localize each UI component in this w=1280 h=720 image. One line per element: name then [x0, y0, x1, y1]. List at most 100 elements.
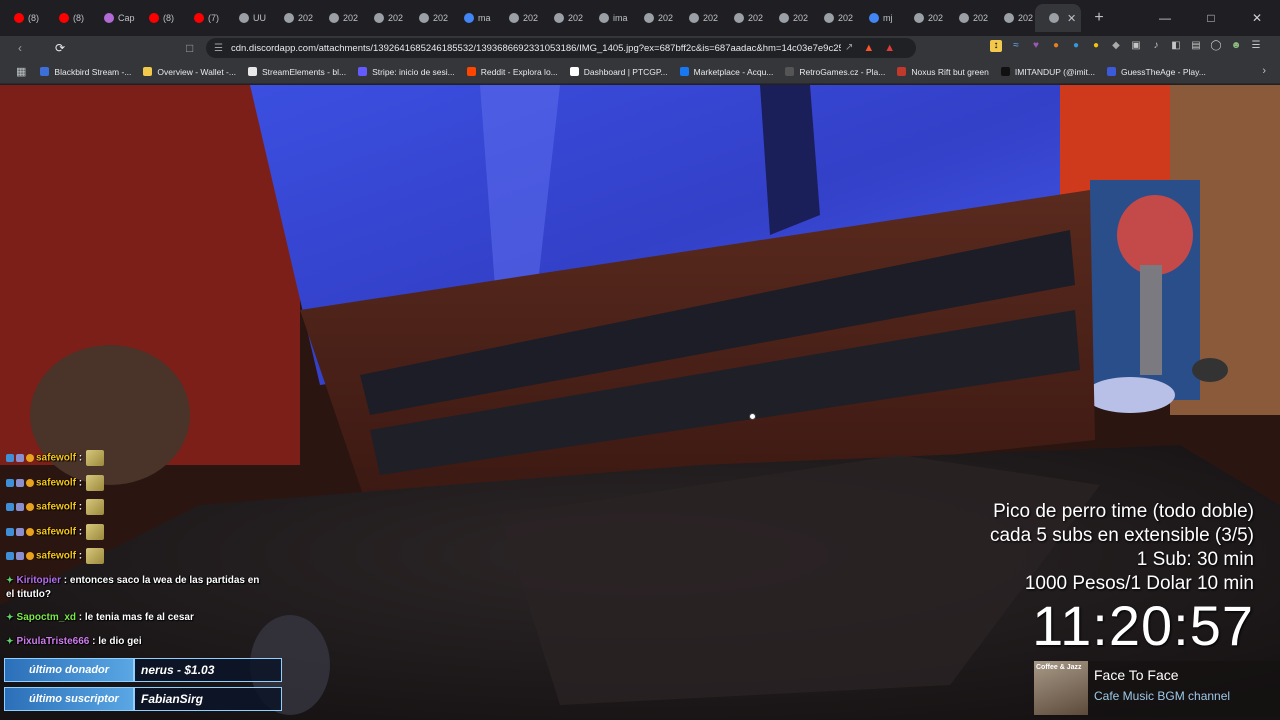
- tab-favicon-icon: [824, 13, 834, 23]
- tab-favicon-icon: [599, 13, 609, 23]
- extension-icon[interactable]: ↕: [990, 40, 1002, 52]
- puzzle-icon[interactable]: ▣: [1130, 40, 1142, 52]
- chat-message: safewolf :: [6, 450, 268, 466]
- tab-label: 202: [298, 13, 314, 23]
- browser-tab[interactable]: 202: [360, 4, 405, 32]
- badge-icon: [26, 478, 34, 487]
- avatar[interactable]: ☻: [1230, 40, 1242, 52]
- browser-tab[interactable]: 202: [900, 4, 945, 32]
- browser-tab[interactable]: 202: [945, 4, 990, 32]
- browser-tab[interactable]: mj: [855, 4, 900, 32]
- address-bar[interactable]: ☰ cdn.discordapp.com/attachments/1392641…: [206, 38, 916, 58]
- extension-icon[interactable]: ●: [1070, 40, 1082, 52]
- new-tab-icon[interactable]: +: [1087, 9, 1111, 27]
- browser-tab[interactable]: (8): [0, 4, 45, 32]
- wallet-icon[interactable]: ▤: [1190, 40, 1202, 52]
- browser-tab[interactable]: 202: [720, 4, 765, 32]
- bookmark-icon[interactable]: □: [186, 41, 193, 55]
- bookmark-item[interactable]: Blackbird Stream -...: [40, 67, 131, 77]
- chat-text: :: [78, 550, 83, 562]
- info-line: Pico de perro time (todo doble): [993, 501, 1254, 522]
- browser-tab[interactable]: (8): [45, 4, 90, 32]
- active-tab[interactable]: ✕: [1035, 4, 1081, 32]
- menu-icon[interactable]: ☰: [1250, 40, 1262, 52]
- image-viewport: safewolf : safewolf : safewolf : safewolf :…: [0, 85, 1280, 720]
- browser-tab[interactable]: ma: [450, 4, 495, 32]
- browser-tab[interactable]: (7): [180, 4, 225, 32]
- bookmark-label: RetroGames.cz - Pla...: [799, 66, 886, 77]
- browser-tab[interactable]: 202: [990, 4, 1035, 32]
- browser-tab[interactable]: 202: [405, 4, 450, 32]
- tab-label: 202: [343, 13, 359, 23]
- bookmark-label: IMITANDUP (@imit...: [1014, 66, 1095, 77]
- browser-tab[interactable]: UU: [225, 4, 270, 32]
- badge-icon: [16, 552, 24, 560]
- extension-icon[interactable]: ●: [1090, 40, 1102, 52]
- bookmark-label: Overview - Wallet -...: [157, 66, 236, 77]
- url-text[interactable]: cdn.discordapp.com/attachments/139264168…: [231, 43, 841, 54]
- brave-shield-icon[interactable]: ▲: [863, 42, 874, 54]
- chat-message: safewolf :: [6, 548, 268, 564]
- bookmark-favicon-icon: [40, 67, 50, 76]
- back-icon[interactable]: ‹: [10, 41, 30, 55]
- close-tab-icon[interactable]: ✕: [1067, 12, 1076, 25]
- last-sub-value: FabianSirg: [134, 687, 282, 711]
- browser-tab[interactable]: 202: [765, 4, 810, 32]
- bookmark-item[interactable]: Dashboard | PTCGP...: [569, 66, 668, 77]
- browser-tab[interactable]: 202: [270, 4, 315, 32]
- share-icon[interactable]: ↗: [845, 42, 853, 54]
- bookmark-item[interactable]: Marketplace - Acqu...: [679, 67, 773, 77]
- sidebar-icon[interactable]: ◧: [1170, 40, 1182, 52]
- emote-icon: [86, 548, 105, 564]
- song-artist: Cafe Music BGM channel: [1094, 689, 1231, 703]
- brave-rewards-icon[interactable]: ▲: [884, 42, 895, 54]
- browser-tab[interactable]: Cap: [90, 4, 135, 32]
- close-window-icon[interactable]: ✕: [1234, 11, 1280, 25]
- site-info-icon[interactable]: ☰: [214, 43, 223, 54]
- bookmark-item[interactable]: Stripe: inicio de sesi...: [358, 67, 455, 77]
- bookmark-item[interactable]: Reddit - Explora lo...: [466, 67, 558, 77]
- chat-text: : le dio gei: [92, 635, 142, 647]
- chat-username: safewolf: [36, 526, 77, 538]
- browser-tab[interactable]: 202: [810, 4, 855, 32]
- song-title: Face To Face: [1094, 667, 1179, 683]
- apps-grid-icon[interactable]: ▦: [16, 65, 26, 78]
- bookmark-favicon-icon: [143, 67, 153, 76]
- media-icon[interactable]: ♪: [1150, 40, 1162, 52]
- extension-icon[interactable]: ♥: [1030, 40, 1042, 52]
- bookmark-item[interactable]: RetroGames.cz - Pla...: [785, 67, 885, 77]
- bookmark-favicon-icon: [247, 67, 257, 76]
- bookmark-item[interactable]: StreamElements - bl...: [247, 67, 346, 77]
- reload-icon[interactable]: ⟳: [50, 41, 70, 55]
- browser-tab[interactable]: (8): [135, 4, 180, 32]
- extension-icon[interactable]: ●: [1050, 40, 1062, 52]
- bookmark-favicon-icon: [1106, 67, 1116, 76]
- bookmark-item[interactable]: GuessTheAge - Play...: [1106, 67, 1206, 77]
- browser-tab[interactable]: 202: [675, 4, 720, 32]
- maximize-icon[interactable]: □: [1188, 11, 1234, 25]
- extension-icon[interactable]: ◆: [1110, 40, 1122, 52]
- bookmark-item[interactable]: Noxus Rift but green: [897, 67, 989, 77]
- bookmark-item[interactable]: IMITANDUP (@imit...: [1000, 66, 1095, 77]
- extension-icon[interactable]: ≈: [1010, 40, 1022, 52]
- browser-tab[interactable]: 202: [630, 4, 675, 32]
- browser-tab[interactable]: 202: [315, 4, 360, 32]
- emote-icon: [86, 523, 105, 540]
- album-cover: Coffee & Jazz: [1034, 661, 1088, 715]
- minimize-icon[interactable]: —: [1142, 11, 1188, 25]
- browser-tab[interactable]: 202: [540, 4, 585, 32]
- bookmark-label: Blackbird Stream -...: [54, 66, 132, 77]
- tab-favicon-icon: [194, 13, 204, 23]
- emote-icon: [86, 499, 105, 515]
- bookmark-label: Dashboard | PTCGP...: [583, 66, 668, 77]
- vpn-icon[interactable]: ◯: [1210, 40, 1222, 52]
- badge-icon: [26, 454, 34, 462]
- bookmark-item[interactable]: Overview - Wallet -...: [143, 67, 236, 77]
- chat-message: ✦ PixulaTriste666 : le dio gei: [6, 634, 268, 649]
- chat-username: safewolf: [36, 477, 77, 489]
- browser-tab[interactable]: ima: [585, 4, 630, 32]
- tab-label: Cap: [118, 13, 135, 23]
- chat-text: : le tenia mas fe al cesar: [78, 612, 194, 623]
- browser-tab[interactable]: 202: [495, 4, 540, 32]
- bookmarks-more-icon[interactable]: ›: [1262, 65, 1266, 77]
